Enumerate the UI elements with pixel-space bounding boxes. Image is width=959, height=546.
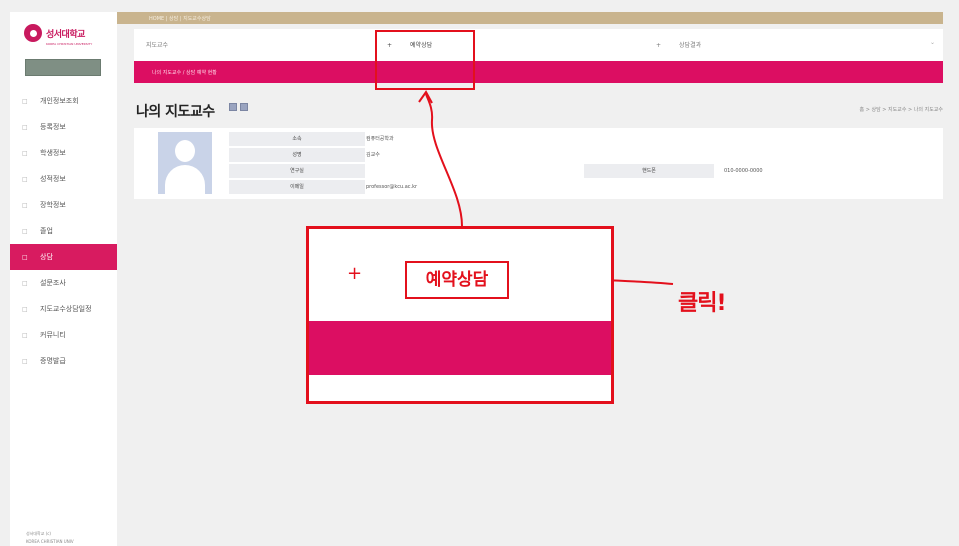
zoom-pink-bar bbox=[309, 321, 611, 375]
zoom-callout: + 예약상담 bbox=[306, 226, 614, 404]
click-instruction: 클릭! bbox=[678, 291, 727, 316]
arrow-head-up bbox=[418, 90, 433, 104]
zoom-reservation-label: 예약상담 bbox=[405, 261, 509, 299]
arrow-to-tab bbox=[425, 93, 463, 227]
zoom-plus-icon: + bbox=[347, 263, 363, 284]
